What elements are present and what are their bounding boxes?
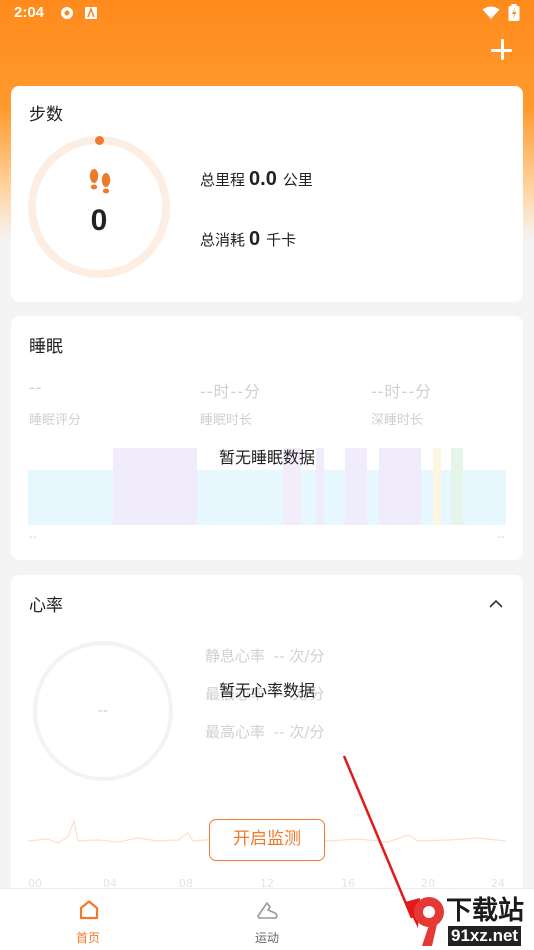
calories-unit: 千卡 <box>266 231 297 249</box>
tab-home[interactable]: 首页 <box>28 889 148 950</box>
start-monitoring-button[interactable]: 开启监测 <box>209 819 325 861</box>
tab-sport[interactable]: 运动 <box>207 889 327 950</box>
home-icon <box>79 900 99 920</box>
steps-progress-indicator <box>95 136 104 145</box>
wifi-icon <box>482 6 500 19</box>
distance-metric: 总里程 0.0 公里 <box>200 168 313 191</box>
watermark: 下载站 91xz.net <box>408 890 534 950</box>
max-hr-label: 最高心率 <box>205 723 266 741</box>
footsteps-icon <box>89 169 111 194</box>
sleep-duration-label: 睡眠时长 <box>200 413 253 428</box>
sleep-score-value: -- <box>29 378 43 397</box>
tab-home-label: 首页 <box>75 931 100 945</box>
chevron-up-icon[interactable] <box>489 597 503 611</box>
heart-empty-text: 暂无心率数据 <box>218 681 315 700</box>
distance-value: 0.0 <box>249 168 277 190</box>
tab-sport-label: 运动 <box>254 931 279 945</box>
calories-value: 0 <box>249 228 261 250</box>
sleep-axis-right: -- <box>497 530 505 543</box>
shoe-icon <box>257 902 278 919</box>
app-notification-icon <box>61 7 73 19</box>
calories-metric: 总消耗 0 千卡 <box>200 228 296 251</box>
distance-unit: 公里 <box>282 171 313 189</box>
sleep-axis-left: -- <box>29 530 37 543</box>
sleep-score-label: 睡眠评分 <box>29 413 82 428</box>
watermark-text: 下载站 <box>446 896 525 926</box>
steps-card[interactable]: 步数 0 总里程 0.0 公里 总消耗 0 千卡 <box>11 86 523 302</box>
sleep-empty-text: 暂无睡眠数据 <box>218 448 315 467</box>
resting-hr-row: 静息心率 -- 次/分 <box>205 645 324 666</box>
deep-sleep-value: --时--分 <box>371 382 433 401</box>
status-time: 2:04 <box>14 4 45 21</box>
heart-title: 心率 <box>29 596 63 616</box>
heart-center-value: -- <box>97 703 109 719</box>
distance-label: 总里程 <box>200 171 246 189</box>
sleep-card[interactable]: 睡眠 -- 睡眠评分 --时--分 睡眠时长 --时--分 深睡时长 暂无睡眠数… <box>11 316 523 560</box>
battery-icon <box>508 4 520 21</box>
sleep-duration-value: --时--分 <box>200 382 262 401</box>
app-a-icon <box>85 6 97 19</box>
resting-hr-label: 静息心率 <box>205 647 266 665</box>
status-bar: 2:04 <box>0 0 534 28</box>
heart-rate-card[interactable]: 心率 -- 静息心率 -- 次/分 最低心率 -- 次/分 最高心率 -- 次/… <box>11 575 523 895</box>
max-hr-value: -- 次/分 <box>273 723 325 741</box>
deep-sleep-label: 深睡时长 <box>371 413 424 428</box>
steps-title: 步数 <box>29 105 63 125</box>
watermark-logo-icon <box>414 897 444 946</box>
calories-label: 总消耗 <box>200 231 246 249</box>
max-hr-row: 最高心率 -- 次/分 <box>205 721 324 742</box>
resting-hr-value: -- 次/分 <box>273 647 325 665</box>
add-button[interactable] <box>488 36 516 64</box>
sleep-title: 睡眠 <box>29 337 63 357</box>
steps-count: 0 <box>90 204 108 237</box>
watermark-url: 91xz.net <box>448 926 522 946</box>
